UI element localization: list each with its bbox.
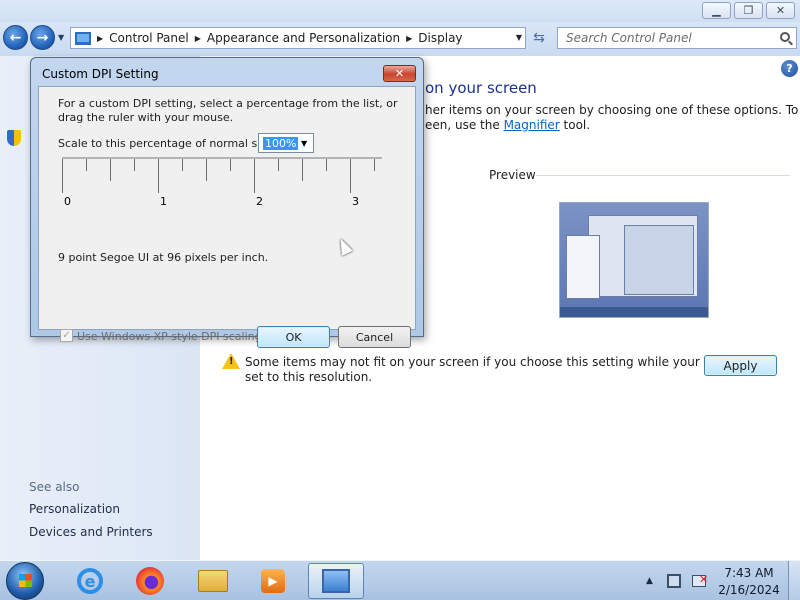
ruler-tick: [230, 159, 231, 171]
ruler-tick: [206, 159, 207, 181]
search-placeholder: Search Control Panel: [566, 31, 692, 45]
xp-scaling-checkbox[interactable]: ✓: [60, 329, 73, 342]
dpi-ruler[interactable]: 0 1 2 3: [62, 157, 384, 209]
navigation-bar: ← → ▼ ▶ Control Panel ▶ Appearance and P…: [0, 22, 800, 56]
back-button[interactable]: ←: [3, 25, 28, 50]
ruler-tick: [62, 159, 63, 193]
dialog-close-button[interactable]: ✕: [383, 65, 416, 82]
dialog-description-line2: drag the ruler with your mouse.: [58, 111, 234, 124]
font-info-text: 9 point Segoe UI at 96 pixels per inch.: [58, 251, 269, 264]
page-title: on your screen: [425, 79, 537, 97]
ruler-tick: [182, 159, 183, 171]
ruler-label: 2: [256, 195, 263, 208]
restore-button[interactable]: ❐: [734, 2, 763, 19]
desc-suffix: tool.: [559, 118, 591, 132]
ruler-tick: [374, 159, 375, 171]
help-icon[interactable]: ?: [781, 60, 798, 77]
ruler-tick: [110, 159, 111, 181]
network-icon[interactable]: [667, 574, 681, 588]
internet-explorer-icon: e: [77, 568, 103, 594]
dialog-title: Custom DPI Setting: [42, 67, 159, 81]
ok-button[interactable]: OK: [257, 326, 330, 348]
magnifier-link[interactable]: Magnifier: [504, 118, 560, 132]
ruler-tick: [326, 159, 327, 171]
page-description-line1: her items on your screen by choosing one…: [425, 103, 799, 117]
ruler-tick: [86, 159, 87, 171]
uac-shield-icon: [7, 130, 21, 146]
minimize-button[interactable]: ▁: [702, 2, 731, 19]
ruler-tick: [158, 159, 159, 193]
taskbar: e ▶ ▲ ✕ 7:43 AM 2/16/2024: [0, 560, 800, 600]
dialog-body: For a custom DPI setting, select a perce…: [38, 86, 416, 348]
breadcrumb-control-panel[interactable]: Control Panel: [109, 31, 189, 45]
ruler-tick: [134, 159, 135, 171]
clock-date[interactable]: 2/16/2024: [716, 583, 782, 597]
ruler-label: 3: [352, 195, 359, 208]
volume-muted-icon[interactable]: ✕: [692, 573, 708, 587]
clock-time[interactable]: 7:43 AM: [716, 566, 782, 580]
folder-icon: [198, 570, 228, 592]
preview-image: [559, 202, 709, 318]
start-button[interactable]: [6, 562, 44, 600]
page-description-line2: een, use the Magnifier tool.: [425, 118, 590, 132]
scale-label: Scale to this percentage of normal size:: [58, 137, 277, 150]
cancel-button[interactable]: Cancel: [338, 326, 411, 348]
ruler-tick: [350, 159, 351, 193]
media-player-icon: ▶: [261, 569, 285, 593]
preview-label: Preview: [489, 168, 536, 182]
chevron-down-icon[interactable]: ▼: [301, 139, 307, 148]
taskbar-media-player[interactable]: ▶: [245, 563, 301, 599]
mouse-cursor-icon: [335, 236, 353, 256]
computer-icon: [75, 31, 91, 45]
breadcrumb-arrow-icon[interactable]: ▶: [97, 34, 103, 43]
scale-percentage-dropdown[interactable]: 100% ▼: [258, 133, 314, 153]
recent-pages-chevron-icon[interactable]: ▼: [58, 33, 64, 42]
show-hidden-icons-icon[interactable]: ▲: [646, 576, 653, 586]
search-icon[interactable]: [780, 32, 790, 42]
ruler-tick: [254, 159, 255, 193]
scale-selected-value: 100%: [263, 137, 299, 150]
taskbar-firefox[interactable]: [122, 563, 178, 599]
taskbar-control-panel[interactable]: [308, 563, 364, 599]
control-panel-icon: [322, 569, 350, 593]
taskbar-internet-explorer[interactable]: e: [62, 563, 118, 599]
taskbar-windows-explorer[interactable]: [185, 563, 241, 599]
show-desktop-button[interactable]: [788, 561, 800, 600]
ruler-label: 0: [64, 195, 71, 208]
address-dropdown-icon[interactable]: ▼: [516, 33, 522, 42]
apply-button[interactable]: Apply: [704, 355, 777, 376]
breadcrumb-display[interactable]: Display: [418, 31, 462, 45]
see-also-heading: See also: [29, 480, 80, 494]
devices-and-printers-link[interactable]: Devices and Printers: [29, 525, 153, 539]
window-titlebar: ▁ ❐ ✕: [0, 0, 800, 22]
refresh-icon[interactable]: ⇆: [528, 28, 550, 48]
xp-scaling-label: Use Windows XP style DPI scaling: [77, 330, 262, 343]
desc-prefix: een, use the: [425, 118, 504, 132]
warning-text-line2: set to this resolution.: [245, 370, 373, 384]
ruler-tick: [302, 159, 303, 181]
breadcrumb-arrow-icon[interactable]: ▶: [406, 34, 412, 43]
warning-icon: !: [222, 353, 240, 369]
personalization-link[interactable]: Personalization: [29, 502, 120, 516]
warning-text-line1: Some items may not fit on your screen if…: [245, 355, 760, 369]
address-bar[interactable]: ▶ Control Panel ▶ Appearance and Persona…: [70, 27, 526, 49]
ruler-tick: [278, 159, 279, 171]
breadcrumb-appearance[interactable]: Appearance and Personalization: [207, 31, 400, 45]
close-window-button[interactable]: ✕: [766, 2, 795, 19]
ruler-label: 1: [160, 195, 167, 208]
search-input[interactable]: Search Control Panel: [557, 27, 797, 49]
preview-divider: [536, 175, 790, 176]
forward-button[interactable]: →: [30, 25, 55, 50]
dialog-description-line1: For a custom DPI setting, select a perce…: [58, 97, 398, 110]
firefox-icon: [136, 567, 164, 595]
custom-dpi-dialog: Custom DPI Setting ✕ For a custom DPI se…: [30, 57, 424, 348]
breadcrumb-arrow-icon[interactable]: ▶: [195, 34, 201, 43]
